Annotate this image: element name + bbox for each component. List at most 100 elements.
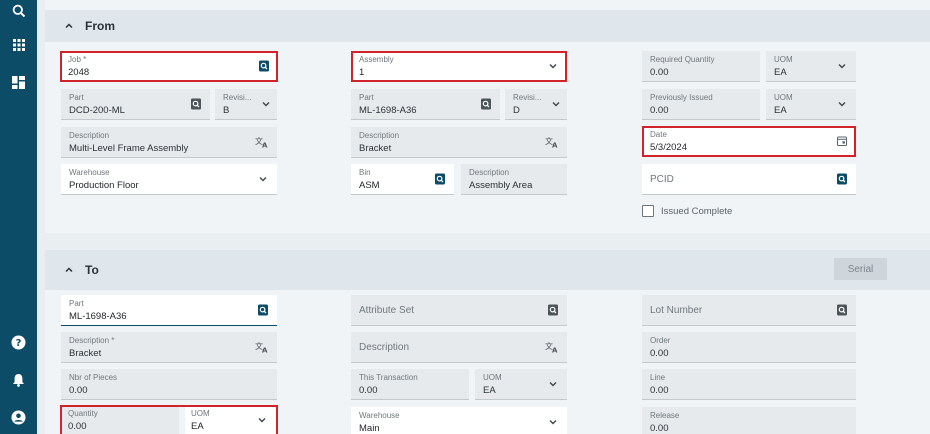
search-icon[interactable]	[0, 0, 37, 22]
issued-complete-checkbox[interactable]: Issued Complete	[642, 205, 732, 217]
assembly-select[interactable]: Assembly 1	[351, 51, 567, 82]
nbr-pieces-label: Nbr of Pieces	[69, 373, 118, 382]
line-value: 0.00	[650, 385, 669, 396]
assembly-description-field[interactable]: Description Bracket	[351, 127, 567, 158]
description-field[interactable]: Description Multi-Level Frame Assembly	[61, 127, 277, 158]
checkbox-box[interactable]	[642, 205, 654, 217]
previously-uom-select[interactable]: UOM EA	[766, 89, 856, 120]
to-panel-header[interactable]: To Serial	[45, 250, 930, 290]
required-uom-label: UOM	[774, 55, 793, 64]
to-part-label: Part	[69, 299, 84, 308]
to-description-field[interactable]: Description * Bracket	[61, 332, 277, 363]
warehouse-label: Warehouse	[69, 168, 110, 177]
search-lookup-icon[interactable]	[480, 98, 492, 110]
date-field[interactable]: Date 5/3/2024	[642, 126, 856, 157]
chevron-down-icon[interactable]	[256, 414, 268, 426]
bell-icon[interactable]	[0, 369, 37, 391]
search-lookup-icon[interactable]	[434, 173, 446, 185]
chevron-down-icon[interactable]	[836, 60, 848, 72]
assembly-part-label: Part	[359, 93, 374, 102]
calendar-icon[interactable]	[836, 135, 848, 147]
chevron-down-icon[interactable]	[547, 60, 559, 72]
job-field[interactable]: Job * 2048	[60, 51, 278, 82]
chevron-down-icon[interactable]	[547, 416, 559, 428]
search-lookup-icon[interactable]	[836, 173, 848, 185]
nbr-pieces-field: Nbr of Pieces 0.00	[61, 369, 277, 400]
job-label: Job *	[68, 55, 87, 64]
grid-apps-icon[interactable]	[0, 34, 37, 56]
assembly-part-field[interactable]: Part ML-1698-A36	[351, 89, 500, 120]
part-value: DCD-200-ML	[69, 105, 125, 116]
to-panel: To Serial Part ML-1698-A36 Description *…	[45, 250, 930, 434]
chevron-down-icon[interactable]	[257, 173, 269, 185]
chevron-down-icon[interactable]	[260, 98, 272, 110]
quantity-value: 0.00	[68, 421, 87, 432]
quantity-uom-label: UOM	[191, 409, 210, 418]
release-label: Release	[650, 411, 680, 420]
revision-select[interactable]: Revisi... B	[215, 89, 277, 120]
release-value: 0.00	[650, 423, 669, 434]
order-field: Order 0.00	[642, 332, 856, 363]
lot-number-field[interactable]: Lot Number	[642, 295, 856, 326]
assembly-revision-label: Revisi...	[513, 93, 542, 102]
chevron-down-icon[interactable]	[836, 98, 848, 110]
translate-icon[interactable]	[255, 341, 269, 353]
to-warehouse-select[interactable]: Warehouse Main	[351, 407, 567, 434]
bin-field[interactable]: Bin ASM	[351, 164, 454, 195]
translate-icon[interactable]	[255, 136, 269, 148]
chevron-down-icon[interactable]	[547, 378, 559, 390]
this-uom-select[interactable]: UOM EA	[475, 369, 567, 400]
bin-value: ASM	[359, 180, 380, 191]
attribute-set-field[interactable]: Attribute Set	[351, 295, 567, 326]
revision-label: Revisi...	[223, 93, 252, 102]
search-lookup-icon[interactable]	[257, 304, 269, 316]
search-lookup-icon[interactable]	[836, 304, 848, 316]
previously-uom-label: UOM	[774, 93, 793, 102]
to-description-value: Bracket	[69, 348, 102, 359]
pcid-placeholder: PCID	[650, 174, 674, 185]
translate-icon[interactable]	[545, 136, 559, 148]
quantity-uom-select[interactable]: UOM EA	[185, 407, 276, 434]
assembly-part-value: ML-1698-A36	[359, 105, 417, 116]
to-part-field[interactable]: Part ML-1698-A36	[61, 295, 277, 326]
nav-rail: ?	[0, 0, 37, 434]
order-label: Order	[650, 336, 671, 345]
svg-text:?: ?	[16, 338, 22, 349]
to-warehouse-label: Warehouse	[359, 411, 400, 420]
from-panel-header[interactable]: From	[45, 10, 930, 42]
chevron-down-icon[interactable]	[550, 98, 562, 110]
quantity-field[interactable]: Quantity 0.00	[62, 407, 179, 434]
quantity-label: Quantity	[68, 409, 98, 418]
to-description2-field[interactable]: Description	[351, 332, 567, 363]
dashboard-icon[interactable]	[0, 71, 37, 93]
search-lookup-icon[interactable]	[258, 60, 270, 72]
line-label: Line	[650, 373, 666, 382]
previously-issued-value: 0.00	[650, 105, 669, 116]
this-uom-label: UOM	[483, 373, 502, 382]
help-icon[interactable]: ?	[0, 331, 37, 353]
collapse-caret-icon[interactable]	[64, 21, 74, 31]
serial-button[interactable]: Serial	[834, 258, 887, 280]
description-label: Description	[69, 131, 110, 140]
issued-complete-label: Issued Complete	[661, 205, 733, 217]
search-lookup-icon[interactable]	[547, 304, 559, 316]
description2-placeholder: Description	[359, 342, 410, 353]
to-warehouse-value: Main	[359, 423, 380, 434]
user-icon[interactable]	[0, 406, 37, 428]
lot-number-placeholder: Lot Number	[650, 305, 703, 316]
bin-label: Bin	[359, 168, 371, 177]
warehouse-select[interactable]: Warehouse Production Floor	[61, 164, 277, 195]
bin-description-label: Description	[469, 168, 510, 177]
pcid-field[interactable]: PCID	[642, 164, 856, 195]
nbr-pieces-value: 0.00	[69, 385, 88, 396]
assembly-revision-select[interactable]: Revisi... D	[505, 89, 567, 120]
translate-icon[interactable]	[545, 341, 559, 353]
search-lookup-icon[interactable]	[190, 98, 202, 110]
collapse-caret-icon[interactable]	[64, 265, 74, 275]
bin-description-field: Description Assembly Area	[461, 164, 567, 195]
required-uom-select[interactable]: UOM EA	[766, 51, 856, 82]
assembly-description-value: Bracket	[359, 143, 392, 154]
required-quantity-label: Required Quantity	[650, 55, 715, 64]
to-title: To	[85, 263, 99, 277]
part-field[interactable]: Part DCD-200-ML	[61, 89, 210, 120]
